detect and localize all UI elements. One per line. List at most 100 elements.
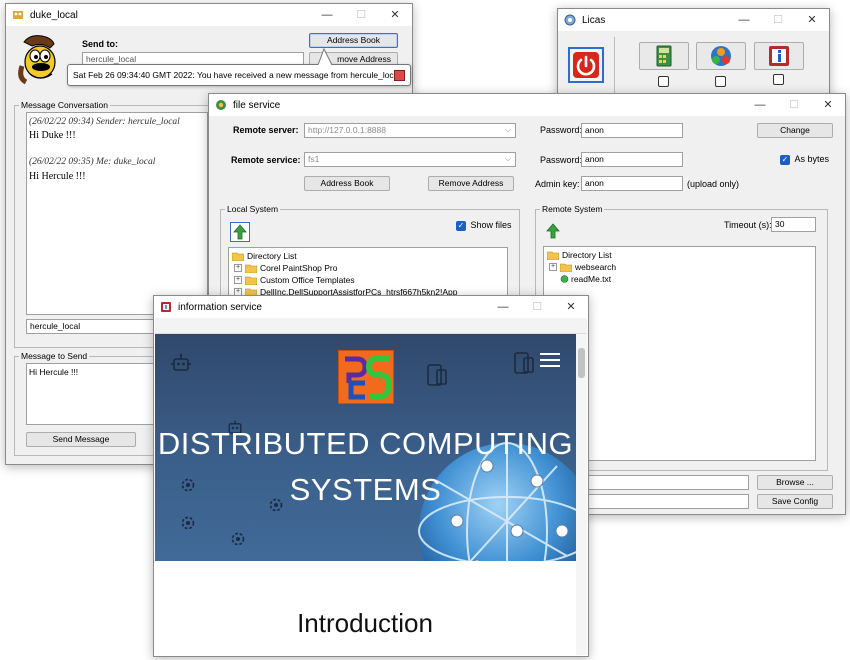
remote-service-value: fs1: [308, 154, 320, 164]
file-titlebar[interactable]: file service — ☐ ✕: [209, 94, 845, 116]
minimize-button[interactable]: —: [310, 4, 344, 26]
info-titlebar[interactable]: information service — ☐ ✕: [154, 296, 588, 318]
tree-root-label: Directory List: [247, 251, 297, 261]
section-heading: Introduction: [297, 608, 433, 638]
upload-only-label: (upload only): [687, 179, 740, 189]
devices-icon: [427, 364, 447, 386]
close-button[interactable]: ✕: [378, 4, 412, 26]
calculator-icon: [656, 45, 672, 67]
remote-upload-button[interactable]: [544, 222, 564, 242]
as-bytes-label: As bytes: [794, 154, 830, 164]
timeout-field[interactable]: 30: [771, 217, 816, 232]
conversation-area[interactable]: (26/02/22 09:34) Sender: hercule_local H…: [26, 112, 208, 315]
robot-icon: [171, 353, 191, 371]
expand-icon[interactable]: +: [549, 263, 557, 271]
licas-titlebar[interactable]: Licas — ☐ ✕: [558, 9, 829, 31]
close-button[interactable]: ✕: [795, 9, 829, 31]
upload-arrow-icon: [546, 223, 560, 239]
hero-title-line2: SYSTEMS: [289, 472, 442, 507]
folder-icon: [232, 252, 244, 261]
admin-key-field[interactable]: anon: [581, 176, 683, 191]
info-title: information service: [178, 301, 262, 313]
tree-item-label: readMe.txt: [571, 274, 612, 284]
information-service-button[interactable]: [754, 42, 804, 70]
notification-tooltip[interactable]: Sat Feb 26 09:34:40 GMT 2022: You have r…: [67, 64, 411, 86]
expand-icon[interactable]: +: [234, 276, 242, 284]
remote-server-value: http://127.0.0.1:8888: [308, 125, 386, 135]
expand-icon[interactable]: +: [234, 264, 242, 272]
folder-icon: [245, 276, 257, 285]
checkbox-checked-icon: ✓: [456, 220, 466, 231]
send-to-label: Send to:: [82, 39, 118, 49]
minimize-button[interactable]: —: [486, 296, 520, 318]
tree-item[interactable]: + Custom Office Templates: [234, 275, 355, 285]
maximize-button: ☐: [356, 9, 366, 21]
password-field[interactable]: anon: [581, 152, 683, 167]
password-field[interactable]: anon: [581, 123, 683, 138]
information-service-checkbox[interactable]: [773, 74, 784, 85]
admin-key-label: Admin key:: [535, 179, 580, 189]
calculator-service-checkbox[interactable]: [658, 76, 669, 87]
duke-mascot-icon: [18, 35, 56, 85]
chat-title: duke_local: [30, 9, 78, 21]
info-service-window: information service — ☐ ✕ DISTRIBUTED CO…: [153, 295, 589, 657]
close-button[interactable]: ✕: [554, 296, 588, 318]
tree-item-label: Corel PaintShop Pro: [260, 263, 338, 273]
minimize-button[interactable]: —: [743, 94, 777, 116]
chevron-down-icon: ⌵: [504, 154, 511, 163]
conversation-title: Message Conversation: [19, 100, 110, 111]
tree-item[interactable]: + Corel PaintShop Pro: [234, 263, 338, 273]
file-icon: [560, 275, 569, 283]
tree-root[interactable]: Directory List: [232, 251, 297, 261]
remote-server-combo[interactable]: http://127.0.0.1:8888 ⌵: [304, 123, 516, 138]
notification-close-icon[interactable]: [394, 70, 405, 81]
remote-service-combo[interactable]: fs1 ⌵: [304, 152, 516, 167]
message-meta: (26/02/22 09:35) Me: duke_local: [29, 157, 156, 167]
scrollbar-thumb[interactable]: [578, 348, 585, 378]
gear-icon: [231, 532, 245, 546]
remote-server-label: Remote server:: [233, 125, 299, 135]
maximize-button: ☐: [773, 14, 783, 26]
close-button[interactable]: ✕: [811, 94, 845, 116]
licas-window: Licas — ☐ ✕: [557, 8, 830, 98]
remove-address-button[interactable]: Remove Address: [428, 176, 514, 191]
chat-titlebar[interactable]: duke_local — ☐ ✕: [6, 4, 412, 26]
duke-app-icon: [13, 11, 23, 19]
hamburger-menu-icon[interactable]: [539, 351, 561, 369]
power-button[interactable]: [568, 47, 604, 83]
folder-icon: [547, 251, 559, 260]
message-meta: (26/02/22 09:34) Sender: hercule_local: [29, 117, 180, 127]
page-scrollbar[interactable]: [576, 334, 587, 655]
show-files-checkbox[interactable]: ✓ Show files: [456, 220, 512, 231]
site-logo-icon: [345, 356, 393, 400]
network-service-checkbox[interactable]: [715, 76, 726, 87]
network-icon: [711, 46, 731, 66]
message-text: Hi Duke !!!: [29, 130, 76, 141]
licas-app-icon: [564, 14, 576, 26]
information-icon: [769, 46, 789, 66]
address-book-button[interactable]: Address Book: [304, 176, 390, 191]
calculator-service-button[interactable]: [639, 42, 689, 70]
file-service-app-icon: [216, 100, 226, 110]
password-label: Password:: [540, 125, 583, 135]
send-group-title: Message to Send: [19, 351, 90, 362]
local-upload-button[interactable]: [230, 222, 250, 242]
tree-item[interactable]: + websearch: [549, 262, 616, 272]
power-icon: [573, 52, 599, 78]
change-button[interactable]: Change: [757, 123, 833, 138]
address-book-button[interactable]: Address Book: [309, 33, 398, 48]
minimize-button[interactable]: —: [727, 9, 761, 31]
tree-root-label: Directory List: [562, 250, 612, 260]
save-config-button[interactable]: Save Config: [757, 494, 833, 509]
site-logo[interactable]: [338, 350, 394, 404]
folder-icon: [245, 264, 257, 273]
as-bytes-checkbox[interactable]: ✓ As bytes: [780, 154, 829, 165]
tree-root[interactable]: Directory List: [547, 250, 612, 260]
send-message-button[interactable]: Send Message: [26, 432, 136, 447]
network-service-button[interactable]: [696, 42, 746, 70]
browse-button[interactable]: Browse ...: [757, 475, 833, 490]
remote-system-title: Remote System: [540, 204, 605, 215]
information-app-icon: [161, 302, 171, 312]
tree-item[interactable]: readMe.txt: [560, 274, 611, 284]
devices-icon: [514, 352, 534, 374]
